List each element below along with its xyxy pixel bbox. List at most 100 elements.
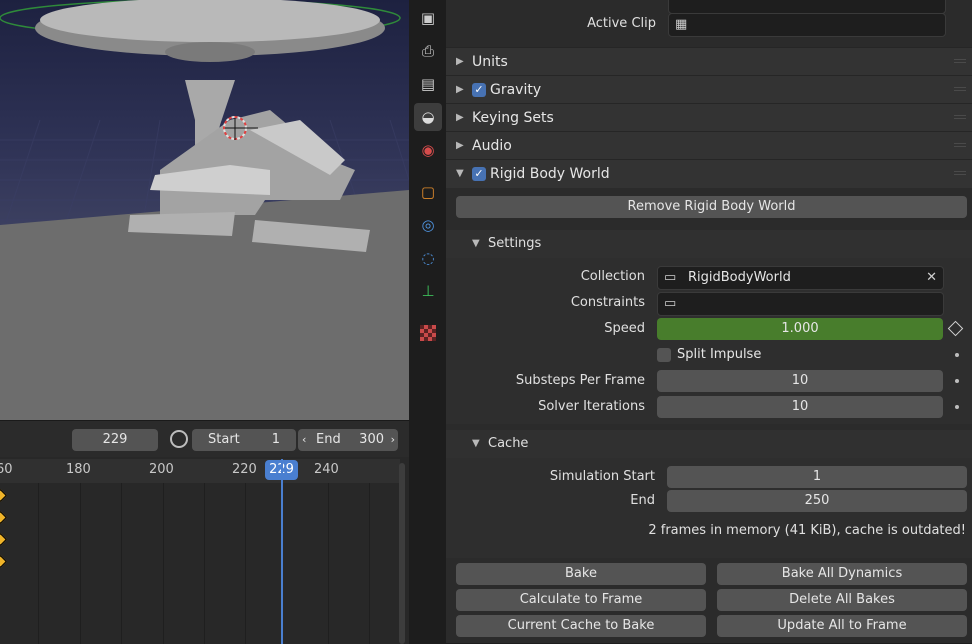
constraints-tab-icon[interactable]: ◌	[414, 244, 442, 272]
panel-title: Gravity	[490, 82, 542, 98]
drag-handle-icon[interactable]	[954, 87, 966, 93]
delete-all-bakes-button[interactable]: Delete All Bakes	[717, 589, 967, 611]
split-impulse-label: Split Impulse	[677, 347, 762, 362]
animate-dot-icon[interactable]	[955, 353, 959, 357]
keyframe[interactable]	[0, 489, 7, 502]
settings-title: Settings	[488, 236, 542, 251]
drag-handle-icon[interactable]	[954, 171, 966, 177]
update-all-to-frame-button[interactable]: Update All to Frame	[717, 615, 967, 637]
frame-ruler[interactable]: 60 180 200 220 240 229	[0, 459, 400, 483]
substeps-label: Substeps Per Frame	[515, 373, 645, 388]
keying-sets-panel-header[interactable]: ▶ Keying Sets	[446, 103, 972, 132]
panel-title: Keying Sets	[472, 110, 554, 126]
end-value: 300	[359, 432, 384, 447]
speed-label: Speed	[604, 321, 645, 336]
start-value: 1	[271, 432, 280, 447]
simulation-start-label: Simulation Start	[549, 469, 655, 484]
solver-iterations-field[interactable]: 10	[657, 396, 943, 418]
calculate-to-frame-button[interactable]: Calculate to Frame	[456, 589, 706, 611]
bake-all-dynamics-button[interactable]: Bake All Dynamics	[717, 563, 967, 585]
chevron-down-icon: ▼	[472, 438, 480, 449]
settings-subpanel-header[interactable]: ▼ Settings	[446, 230, 972, 258]
start-label: Start	[208, 432, 240, 447]
rigid-body-world-panel-header[interactable]: ▼ ✓ Rigid Body World	[446, 159, 972, 188]
panel-title: Units	[472, 54, 508, 70]
chevron-down-icon: ▼	[456, 168, 464, 179]
animate-dot-icon[interactable]	[955, 379, 959, 383]
physics-tab-icon[interactable]: ◎	[414, 211, 442, 239]
start-frame-field[interactable]: Start 1	[192, 429, 296, 451]
active-clip-label: Active Clip	[587, 16, 656, 31]
output-tab-icon[interactable]: ⎙	[414, 37, 442, 65]
cache-end-label: End	[630, 493, 655, 508]
collection-field[interactable]: ▭ RigidBodyWorld ✕	[657, 266, 944, 290]
units-panel-header[interactable]: ▶ Units	[446, 47, 972, 76]
audio-panel-header[interactable]: ▶ Audio	[446, 131, 972, 160]
constraints-label: Constraints	[570, 295, 645, 310]
ruler-tick: 240	[314, 462, 339, 477]
cache-title: Cache	[488, 436, 529, 451]
timeline-scrollbar[interactable]	[399, 463, 405, 644]
decrement-arrow-icon[interactable]: ‹	[302, 429, 306, 451]
cache-status-text: 2 frames in memory (41 KiB), cache is ou…	[648, 523, 966, 538]
chevron-down-icon: ▼	[472, 238, 480, 249]
drag-handle-icon[interactable]	[954, 115, 966, 121]
stopwatch-icon[interactable]	[170, 430, 188, 448]
drag-handle-icon[interactable]	[954, 59, 966, 65]
chevron-right-icon: ▶	[456, 140, 464, 151]
collection-icon: ▭	[664, 296, 677, 311]
keyframe[interactable]	[0, 533, 7, 546]
split-impulse-checkbox[interactable]	[657, 348, 671, 362]
speed-field[interactable]: 1.000	[657, 318, 943, 340]
solver-iterations-label: Solver Iterations	[538, 399, 645, 414]
rigid-body-world-checkbox[interactable]: ✓	[472, 167, 486, 181]
cache-end-field[interactable]: 250	[667, 490, 967, 512]
object-tab-icon[interactable]: ▢	[414, 178, 442, 206]
animate-dot-icon[interactable]	[955, 405, 959, 409]
collection-value: RigidBodyWorld	[688, 270, 791, 285]
playhead-line[interactable]	[281, 459, 283, 644]
increment-arrow-icon[interactable]: ›	[391, 429, 395, 451]
clear-icon[interactable]: ✕	[926, 267, 937, 289]
3d-viewport[interactable]	[0, 0, 409, 420]
bake-button[interactable]: Bake	[456, 563, 706, 585]
ruler-tick: 180	[66, 462, 91, 477]
properties-tab-strip: ▣ ⎙ ▤ ◒ ◉ ▢ ◎ ◌ ⊥	[409, 0, 446, 643]
view-layer-tab-icon[interactable]: ▤	[414, 70, 442, 98]
texture-tab-icon[interactable]	[414, 319, 442, 347]
timeline-editor[interactable]: 229 Start 1 ‹ End 300 › 60 180 200 220 2…	[0, 420, 409, 644]
panel-title: Rigid Body World	[490, 166, 610, 182]
keyframe[interactable]	[0, 555, 7, 568]
keyframe-area[interactable]	[0, 459, 405, 644]
ruler-tick: 220	[232, 462, 257, 477]
collection-label: Collection	[580, 269, 645, 284]
chevron-right-icon: ▶	[456, 56, 464, 67]
substeps-field[interactable]: 10	[657, 370, 943, 392]
remove-rigid-body-world-button[interactable]: Remove Rigid Body World	[456, 196, 967, 218]
chevron-right-icon: ▶	[456, 84, 464, 95]
camera-field[interactable]	[668, 0, 946, 14]
render-tab-icon[interactable]: ▣	[414, 4, 442, 32]
gravity-panel-header[interactable]: ▶ ✓ Gravity	[446, 75, 972, 104]
world-tab-icon[interactable]: ◉	[414, 136, 442, 164]
viewport-scene	[0, 0, 409, 420]
end-label: End	[316, 432, 341, 447]
clip-icon: ▦	[675, 17, 688, 32]
drag-handle-icon[interactable]	[954, 143, 966, 149]
current-frame-field[interactable]: 229	[72, 429, 158, 451]
object-data-tab-icon[interactable]: ⊥	[414, 277, 442, 305]
chevron-right-icon: ▶	[456, 112, 464, 123]
simulation-start-field[interactable]: 1	[667, 466, 967, 488]
keyframe[interactable]	[0, 511, 7, 524]
current-cache-to-bake-button[interactable]: Current Cache to Bake	[456, 615, 706, 637]
timeline-header: 229 Start 1 ‹ End 300 ›	[0, 421, 409, 457]
active-clip-field[interactable]: ▦	[668, 13, 946, 37]
end-frame-field[interactable]: ‹ End 300 ›	[298, 429, 398, 451]
gravity-checkbox[interactable]: ✓	[472, 83, 486, 97]
constraints-field[interactable]: ▭	[657, 292, 944, 316]
panel-title: Audio	[472, 138, 512, 154]
ruler-tick: 200	[149, 462, 174, 477]
scene-tab-icon[interactable]: ◒	[414, 103, 442, 131]
cache-subpanel-header[interactable]: ▼ Cache	[446, 430, 972, 458]
collection-icon: ▭	[664, 270, 677, 285]
